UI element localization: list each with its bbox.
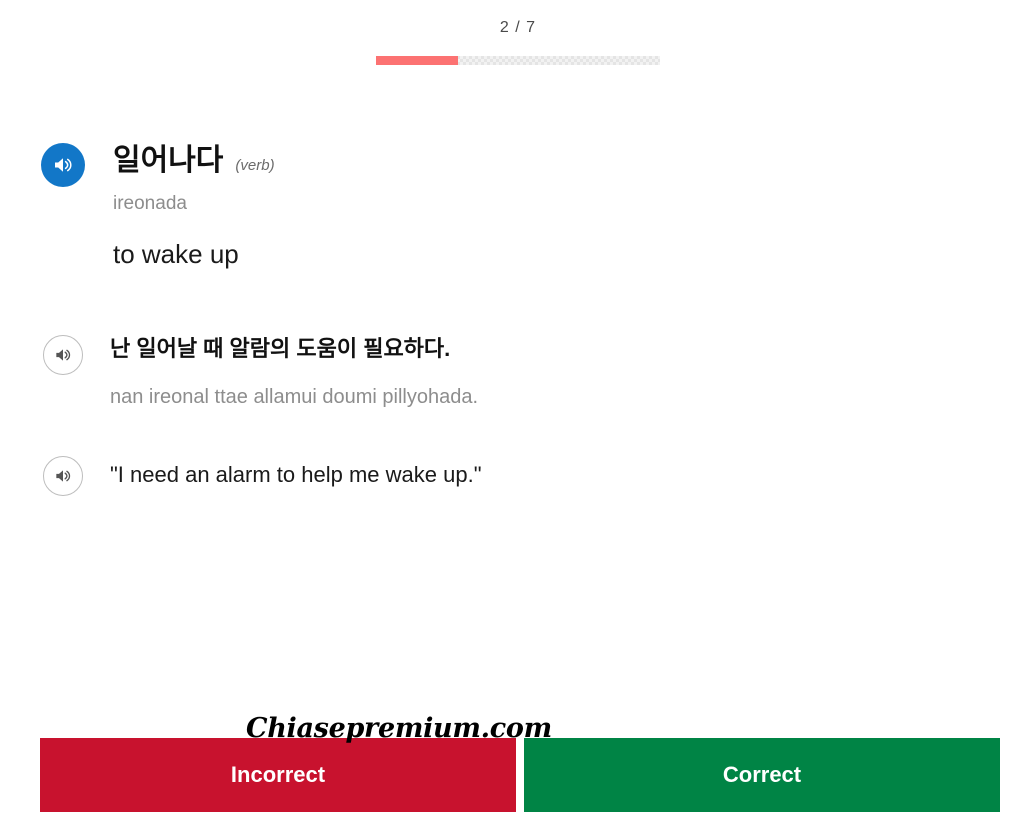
vocabulary-card: 일어나다 (verb) ireonada to wake up bbox=[41, 143, 275, 269]
example-sentence-block: 난 일어날 때 알람의 도움이 필요하다. nan ireonal ttae a… bbox=[43, 335, 478, 409]
example-sentence-audio-button[interactable] bbox=[43, 335, 83, 375]
speaker-icon bbox=[53, 345, 73, 365]
headword-romanization: ireonada bbox=[113, 193, 187, 214]
progress-track bbox=[376, 56, 660, 65]
incorrect-button[interactable]: Incorrect bbox=[40, 738, 516, 812]
example-translation-audio-button[interactable] bbox=[43, 456, 83, 496]
headword-meaning: to wake up bbox=[113, 239, 239, 269]
watermark: Chiasepremium.com bbox=[246, 713, 552, 744]
word-text-column: 일어나다 (verb) ireonada to wake up bbox=[113, 143, 275, 269]
example-sentence-romanization: nan ireonal ttae allamui doumi pillyohad… bbox=[110, 386, 479, 408]
progress-header: 2 / 7 bbox=[376, 18, 660, 65]
word-audio-button[interactable] bbox=[41, 143, 85, 187]
example-text-column: 난 일어날 때 알람의 도움이 필요하다. nan ireonal ttae a… bbox=[110, 335, 478, 409]
example-translation-column: "I need an alarm to help me wake up." bbox=[110, 456, 482, 489]
correct-button[interactable]: Correct bbox=[524, 738, 1000, 812]
progress-fill bbox=[376, 56, 459, 65]
part-of-speech-tag: (verb) bbox=[235, 157, 275, 174]
headword: 일어나다 bbox=[113, 144, 224, 177]
example-sentence: 난 일어날 때 알람의 도움이 필요하다. bbox=[110, 336, 451, 361]
speaker-icon bbox=[51, 153, 75, 177]
example-translation-block: "I need an alarm to help me wake up." bbox=[43, 456, 482, 496]
speaker-icon bbox=[53, 466, 73, 486]
answer-button-bar: Incorrect Correct bbox=[40, 738, 1000, 812]
example-translation: "I need an alarm to help me wake up." bbox=[110, 462, 482, 487]
progress-counter: 2 / 7 bbox=[499, 19, 537, 36]
headword-line: 일어나다 (verb) bbox=[113, 143, 275, 179]
